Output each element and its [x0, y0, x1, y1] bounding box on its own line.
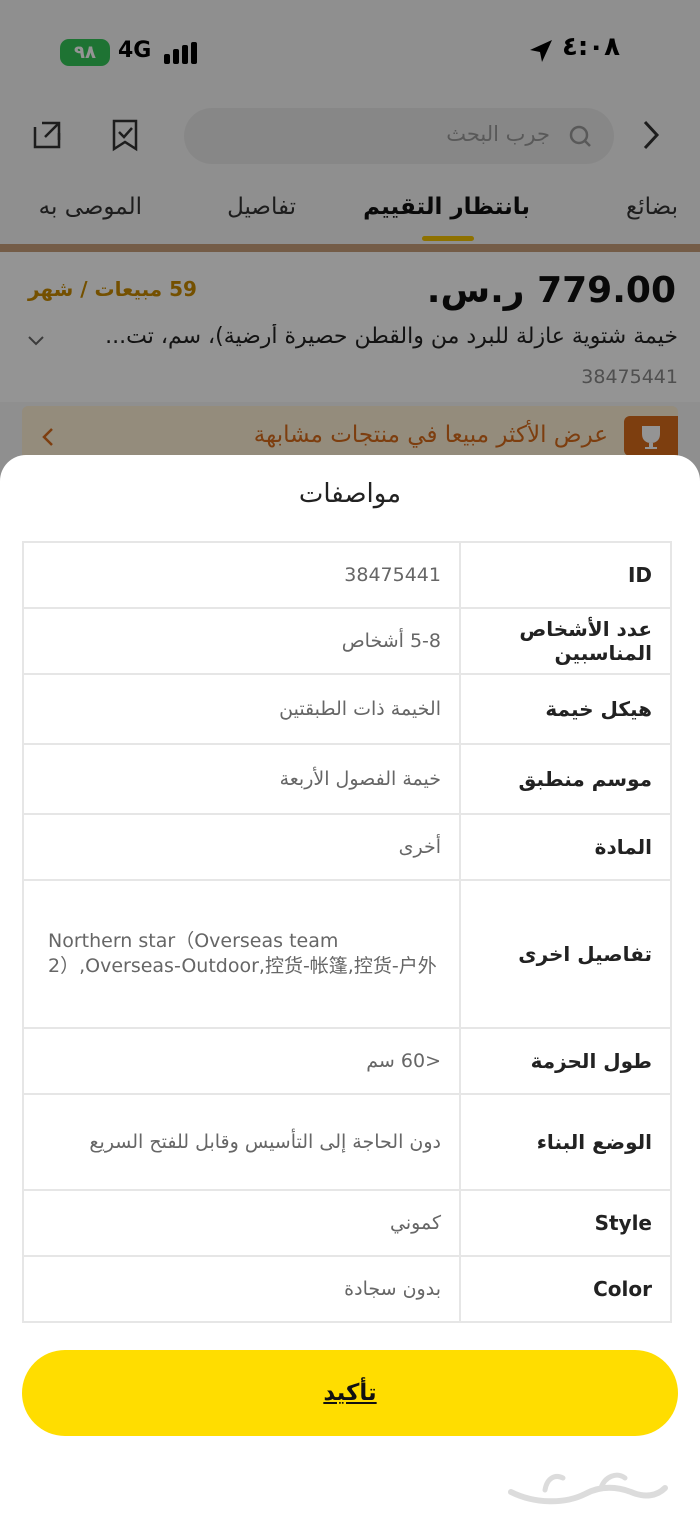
spec-row: عدد الأشخاص المناسبين 5-8 أشخاص	[22, 607, 672, 675]
spec-row: ID 38475441	[22, 541, 672, 609]
spec-key: المادة	[459, 813, 672, 881]
spec-value: كموني	[22, 1189, 461, 1257]
spec-key: هيكل خيمة	[459, 673, 672, 745]
spec-row: هيكل خيمة الخيمة ذات الطبقتين	[22, 673, 672, 745]
spec-value: خيمة الفصول الأربعة	[22, 743, 461, 815]
spec-row: طول الحزمة <60 سم	[22, 1027, 672, 1095]
spec-row: تفاصيل اخرى Northern star（Overseas team …	[22, 879, 672, 1029]
sheet-title: مواصفات	[298, 479, 402, 509]
confirm-button[interactable]: تأكيد	[22, 1350, 678, 1436]
spec-value: الخيمة ذات الطبقتين	[22, 673, 461, 745]
spec-row: موسم منطبق خيمة الفصول الأربعة	[22, 743, 672, 815]
spec-row: Style كموني	[22, 1189, 672, 1257]
spec-value: أخرى	[22, 813, 461, 881]
spec-row: المادة أخرى	[22, 813, 672, 881]
spec-key: Style	[459, 1189, 672, 1257]
specifications-sheet: مواصفات ID 38475441 عدد الأشخاص المناسبي…	[0, 455, 700, 1518]
spec-value: بدون سجادة	[22, 1255, 461, 1323]
spec-key: موسم منطبق	[459, 743, 672, 815]
spec-key: عدد الأشخاص المناسبين	[459, 607, 672, 675]
spec-key: ID	[459, 541, 672, 609]
spec-row: Color بدون سجادة	[22, 1255, 672, 1323]
spec-value: 5-8 أشخاص	[22, 607, 461, 675]
specifications-table: ID 38475441 عدد الأشخاص المناسبين 5-8 أش…	[22, 541, 672, 1323]
watermark-logo	[508, 1472, 668, 1505]
spec-value: 38475441	[22, 541, 461, 609]
spec-key: طول الحزمة	[459, 1027, 672, 1095]
spec-value: Northern star（Overseas team 2）,Overseas-…	[22, 879, 461, 1029]
spec-key: تفاصيل اخرى	[459, 879, 672, 1029]
spec-key: الوضع البناء	[459, 1093, 672, 1191]
spec-key: Color	[459, 1255, 672, 1323]
spec-row: الوضع البناء دون الحاجة إلى التأسيس وقاب…	[22, 1093, 672, 1191]
spec-value: <60 سم	[22, 1027, 461, 1095]
spec-value: دون الحاجة إلى التأسيس وقابل للفتح السري…	[22, 1093, 461, 1191]
